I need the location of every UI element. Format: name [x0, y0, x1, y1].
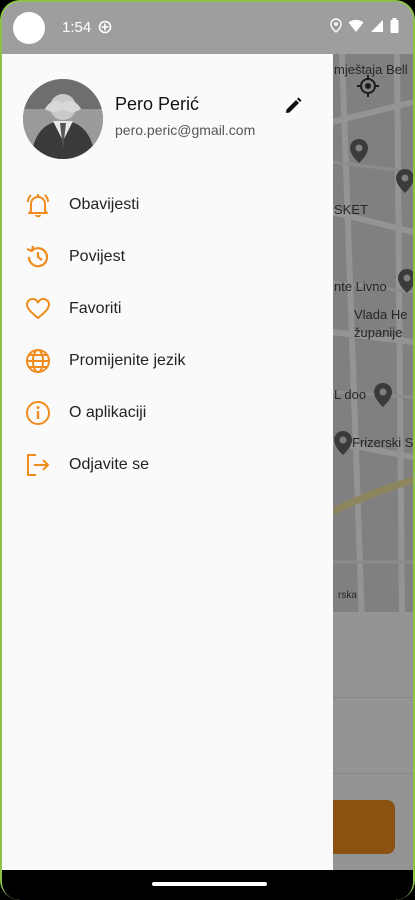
user-photo	[23, 79, 103, 159]
status-time: 1:54	[62, 19, 92, 36]
system-nav-bar	[2, 870, 413, 900]
menu-item-label: Obavijesti	[69, 196, 140, 213]
globe-icon	[24, 347, 52, 375]
location-icon	[330, 18, 342, 33]
menu-item-label: Promijenite jezik	[69, 352, 186, 369]
history-icon	[24, 243, 52, 271]
status-bar: 1:54	[2, 2, 413, 54]
menu-item-label: Favoriti	[69, 300, 122, 317]
menu-item-change-language[interactable]: Promijenite jezik	[2, 335, 333, 387]
status-icons	[330, 18, 399, 33]
bell-icon	[24, 191, 52, 219]
info-icon	[24, 399, 52, 427]
user-name: Pero Perić	[115, 94, 200, 114]
navigation-drawer: Pero Perić pero.peric@gmail.com Obavijes…	[2, 54, 333, 870]
edit-profile-button[interactable]	[281, 94, 305, 118]
pencil-icon	[286, 97, 302, 113]
heart-icon	[24, 295, 52, 323]
menu-item-label: O aplikaciji	[69, 404, 147, 421]
menu-item-favorites[interactable]: Favoriti	[2, 283, 333, 335]
menu-item-about[interactable]: O aplikaciji	[2, 387, 333, 439]
battery-icon	[390, 18, 399, 33]
signal-icon	[371, 19, 383, 32]
screen: mještaja Bell SKET nte Livno Vlada He žu…	[2, 2, 413, 900]
wifi-icon	[348, 19, 364, 32]
menu-item-history[interactable]: Povijest	[2, 231, 333, 283]
data-saver-icon	[98, 20, 112, 34]
camera-cutout	[13, 12, 45, 44]
user-email: pero.peric@gmail.com	[115, 122, 256, 138]
menu-item-logout[interactable]: Odjavite se	[2, 439, 333, 491]
home-gesture-handle[interactable]	[152, 882, 267, 886]
avatar[interactable]	[23, 79, 103, 159]
drawer-menu: Obavijesti Povijest Favoriti Promijenite…	[2, 179, 333, 491]
logout-icon	[24, 451, 52, 479]
menu-item-label: Odjavite se	[69, 456, 150, 473]
menu-item-notifications[interactable]: Obavijesti	[2, 179, 333, 231]
menu-item-label: Povijest	[69, 248, 126, 265]
device-frame: mještaja Bell SKET nte Livno Vlada He žu…	[0, 0, 415, 900]
